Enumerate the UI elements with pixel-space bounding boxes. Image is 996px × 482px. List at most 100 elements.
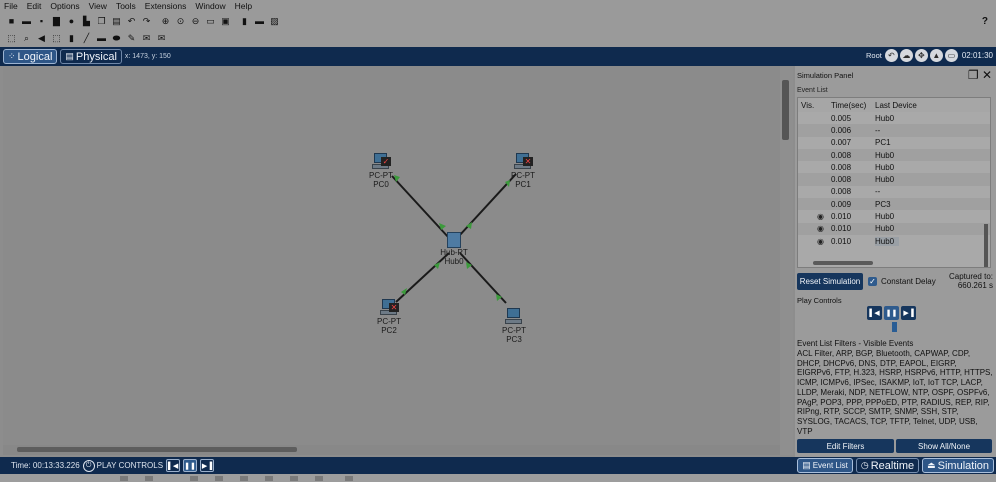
image-icon[interactable]: ▨ — [269, 16, 280, 26]
select-tool-icon[interactable]: ⬚ — [6, 34, 17, 44]
event-list-vertical-scrollbar[interactable] — [984, 224, 988, 267]
copy-icon[interactable]: ❐ — [96, 16, 107, 26]
ellipse-tool-icon[interactable]: ⬬ — [111, 34, 122, 44]
viewport-icon[interactable]: ▮ — [239, 16, 250, 26]
event-row[interactable]: 0.006 -- — [798, 124, 990, 137]
event-list-toggle[interactable]: ▤ Event List — [797, 458, 853, 473]
drawing-palette-icon[interactable]: ▭ — [205, 16, 216, 26]
pc0-node[interactable]: ✓ PC-PT PC0 — [356, 153, 406, 189]
device-category-icon[interactable] — [345, 476, 353, 481]
event-row[interactable]: ◉ 0.010 Hub0 — [798, 222, 990, 235]
zoom-reset-icon[interactable]: ⊙ — [175, 16, 186, 26]
pc3-node[interactable]: PC-PT PC3 — [489, 308, 539, 344]
simulation-tab[interactable]: ⏏ Simulation — [922, 458, 994, 473]
cluster-icon[interactable]: ☁ — [899, 49, 913, 62]
event-row[interactable]: ◉ 0.010 Hub0 — [798, 210, 990, 222]
pc1-node[interactable]: ✕ PC-PT PC1 — [498, 153, 548, 189]
device-type-bar[interactable] — [0, 474, 996, 482]
new-file-icon[interactable]: ■ — [6, 16, 17, 26]
column-header-time[interactable]: Time(sec) — [831, 101, 875, 110]
event-list-table[interactable]: Vis. Time(sec) Last Device 0.005 Hub0 0.00… — [797, 97, 991, 268]
event-row[interactable]: 0.007 PC1 — [798, 137, 990, 149]
open-folder-icon[interactable]: ▬ — [21, 16, 32, 26]
menu-file[interactable]: File — [4, 1, 18, 11]
freeform-tool-icon[interactable]: ✎ — [126, 34, 137, 44]
viewport-icon[interactable]: ▭ — [944, 49, 958, 62]
close-icon[interactable]: ✕ — [982, 68, 992, 82]
line-tool-icon[interactable]: ╱ — [81, 34, 92, 44]
resize-tool-icon[interactable]: ⬚ — [51, 34, 62, 44]
power-cycle-icon[interactable]: ⏻ — [82, 459, 95, 472]
undo-icon[interactable]: ↶ — [126, 16, 137, 26]
zoom-out-icon[interactable]: ⊖ — [190, 16, 201, 26]
event-device-cell: PC3 — [875, 199, 891, 209]
device-category-icon[interactable] — [240, 476, 248, 481]
delete-tool-icon[interactable]: ◀ — [36, 34, 47, 44]
event-row[interactable]: 0.008 Hub0 — [798, 173, 990, 186]
workspace-vertical-scrollbar[interactable] — [780, 66, 793, 455]
menu-edit[interactable]: Edit — [27, 1, 42, 11]
event-row[interactable]: ◉ 0.010 Hub0 — [798, 235, 990, 247]
pc2-node[interactable]: ✕ PC-PT PC2 — [364, 299, 414, 335]
device-category-icon[interactable] — [145, 476, 153, 481]
note-tool-icon[interactable]: ▮ — [66, 34, 77, 44]
workspace-horizontal-scrollbar[interactable] — [3, 445, 780, 455]
show-all-none-button[interactable]: Show All/None — [896, 439, 992, 453]
column-header-vis[interactable]: Vis. — [798, 101, 831, 110]
scrollbar-thumb[interactable] — [782, 80, 789, 140]
menu-window[interactable]: Window — [195, 1, 225, 11]
reset-simulation-button[interactable]: Reset Simulation — [797, 273, 863, 290]
event-row[interactable]: 0.008 Hub0 — [798, 161, 990, 173]
logical-tab[interactable]: ⁘ Logical — [3, 49, 58, 64]
redo-icon[interactable]: ↷ — [141, 16, 152, 26]
device-category-icon[interactable] — [290, 476, 298, 481]
event-row[interactable]: 0.009 PC3 — [798, 198, 990, 211]
menu-help[interactable]: Help — [235, 1, 252, 11]
device-category-icon[interactable] — [190, 476, 198, 481]
pause-button[interactable]: ❚❚ — [884, 306, 899, 320]
step-forward-button[interactable]: ▶▐ — [901, 306, 916, 320]
realtime-tab[interactable]: ◷ Realtime — [855, 458, 920, 473]
status-pause-button[interactable]: ❚❚ — [183, 459, 198, 472]
print-icon[interactable]: ▇ — [51, 16, 62, 26]
hub0-node[interactable]: Hub-PT Hub0 — [429, 232, 479, 266]
save-icon[interactable]: ▪ — [36, 16, 47, 26]
add-pdu-icon[interactable]: ✉ — [141, 34, 152, 44]
scrollbar-thumb[interactable] — [17, 447, 297, 452]
restore-icon[interactable]: ❐ — [968, 68, 979, 82]
event-list-horizontal-scrollbar[interactable] — [813, 261, 873, 265]
workspace-list-icon[interactable]: ▬ — [254, 16, 265, 26]
rectangle-tool-icon[interactable]: ▬ — [96, 34, 107, 44]
back-icon[interactable]: ↶ — [884, 49, 898, 62]
move-object-icon[interactable]: ✥ — [914, 49, 928, 62]
constant-delay-checkbox[interactable]: ✓ — [868, 277, 877, 286]
device-category-icon[interactable] — [265, 476, 273, 481]
event-row[interactable]: 0.008 -- — [798, 186, 990, 198]
column-header-device[interactable]: Last Device — [875, 101, 975, 110]
device-category-icon[interactable] — [315, 476, 323, 481]
menu-tools[interactable]: Tools — [116, 1, 136, 11]
inspect-tool-icon[interactable]: ⌕ — [21, 34, 32, 44]
menu-extensions[interactable]: Extensions — [145, 1, 187, 11]
edit-filters-button[interactable]: Edit Filters — [797, 439, 894, 453]
device-category-icon[interactable] — [120, 476, 128, 481]
status-step-back-button[interactable]: ▌◀ — [166, 459, 181, 472]
event-row[interactable]: 0.008 Hub0 — [798, 148, 990, 162]
zoom-in-icon[interactable]: ⊕ — [160, 16, 171, 26]
paste-icon[interactable]: ▤ — [111, 16, 122, 26]
logical-workspace[interactable]: ✓ PC-PT PC0 ✕ PC-PT PC1 Hub-PT Hub0 ✕ PC… — [3, 66, 780, 445]
help-icon[interactable]: ? — [982, 16, 988, 27]
add-complex-pdu-icon[interactable]: ✉ — [156, 34, 167, 44]
network-wizard-icon[interactable]: ▙ — [81, 16, 92, 26]
device-category-icon[interactable] — [215, 476, 223, 481]
event-row[interactable]: 0.005 Hub0 — [798, 112, 990, 124]
physical-tab[interactable]: ▤ Physical — [60, 49, 122, 64]
custom-device-icon[interactable]: ▣ — [220, 16, 231, 26]
set-background-icon[interactable]: ▲ — [929, 49, 943, 62]
status-step-forward-button[interactable]: ▶▐ — [200, 459, 215, 472]
menu-options[interactable]: Options — [50, 1, 79, 11]
info-icon[interactable]: ● — [66, 16, 77, 26]
step-back-button[interactable]: ▌◀ — [867, 306, 882, 320]
menu-view[interactable]: View — [89, 1, 107, 11]
play-speed-slider[interactable] — [892, 322, 897, 332]
